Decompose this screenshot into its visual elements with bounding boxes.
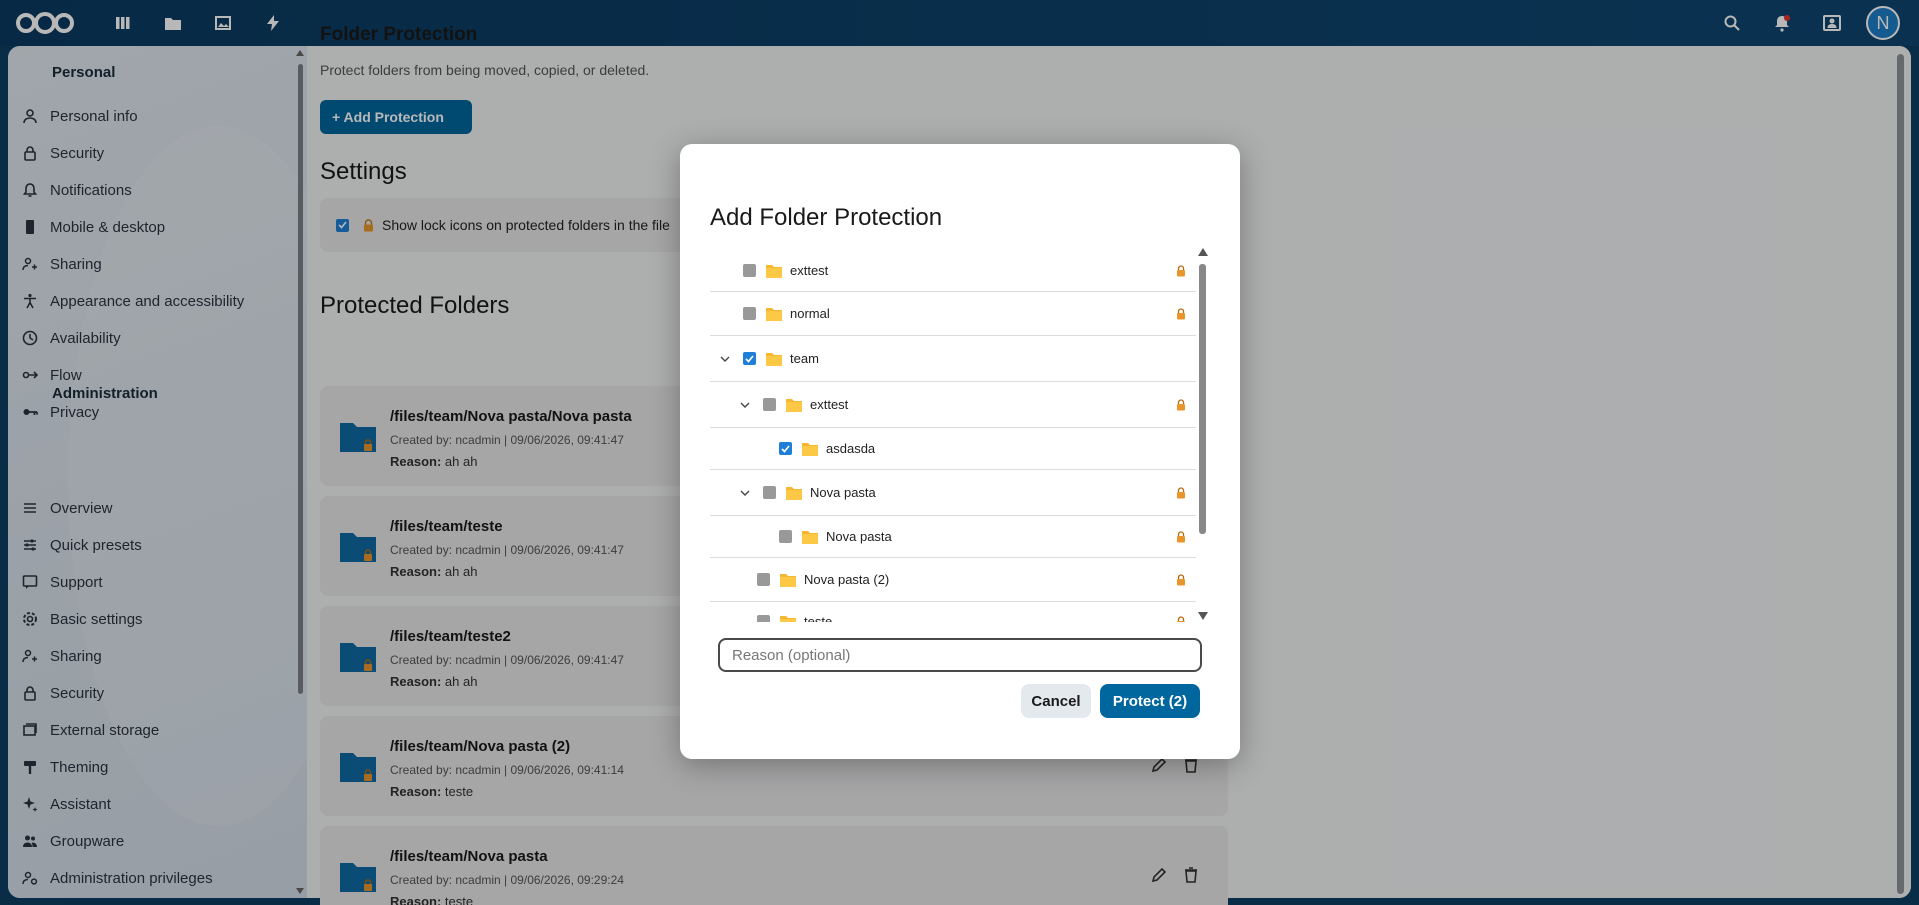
folder-checkbox[interactable]: [743, 352, 756, 365]
tree-row[interactable]: Nova pasta: [710, 470, 1196, 516]
lock-icon: [1177, 530, 1185, 542]
tree-row[interactable]: Nova pasta: [710, 516, 1196, 558]
tree-row[interactable]: exttest: [710, 382, 1196, 428]
chevron-down-icon[interactable]: [738, 398, 752, 412]
folder-name: Nova pasta: [826, 529, 892, 544]
folder-icon: [802, 530, 818, 544]
reason-input[interactable]: Reason (optional): [718, 638, 1202, 672]
cancel-button[interactable]: Cancel: [1021, 684, 1091, 718]
tree-row[interactable]: teste: [710, 602, 1196, 622]
folder-icon: [786, 486, 802, 500]
folder-name: teste: [804, 614, 833, 622]
lock-icon: [1177, 307, 1185, 319]
tree-scroll-up-icon[interactable]: [1198, 248, 1208, 256]
reason-placeholder: Reason (optional): [732, 646, 851, 664]
tree-row[interactable]: asdasda: [710, 428, 1196, 470]
folder-name: Nova pasta: [810, 485, 876, 500]
chevron-down-icon[interactable]: [738, 486, 752, 500]
folder-icon: [786, 398, 802, 412]
lock-icon: [1177, 615, 1185, 622]
folder-name: normal: [790, 306, 830, 321]
tree-scrollbar[interactable]: [1199, 264, 1206, 534]
folder-checkbox[interactable]: [743, 307, 756, 320]
folder-checkbox[interactable]: [763, 486, 776, 499]
tree-row[interactable]: exttest: [710, 250, 1196, 292]
folder-tree: exttest normal team exttest asdasda Nova past…: [710, 250, 1200, 622]
folder-name: exttest: [790, 263, 829, 278]
lock-icon: [1177, 264, 1185, 276]
lock-icon: [1177, 573, 1185, 585]
folder-checkbox[interactable]: [779, 442, 792, 455]
lock-icon: [1177, 398, 1185, 410]
folder-icon: [766, 264, 782, 278]
tree-row[interactable]: normal: [710, 292, 1196, 336]
tree-scroll-down-icon[interactable]: [1198, 612, 1208, 620]
folder-checkbox[interactable]: [763, 398, 776, 411]
lock-icon: [1177, 486, 1185, 498]
chevron-down-icon[interactable]: [718, 352, 732, 366]
tree-row[interactable]: team: [710, 336, 1196, 382]
add-folder-protection-dialog: Add Folder Protection exttest normal team e…: [680, 144, 1240, 759]
protect-button[interactable]: Protect (2): [1100, 684, 1200, 718]
folder-icon: [780, 615, 796, 622]
folder-name: team: [790, 351, 819, 366]
folder-checkbox[interactable]: [757, 615, 770, 622]
folder-checkbox[interactable]: [757, 573, 770, 586]
folder-name: Nova pasta (2): [804, 572, 890, 587]
tree-row[interactable]: Nova pasta (2): [710, 558, 1196, 602]
folder-name: exttest: [810, 397, 849, 412]
dialog-title: Add Folder Protection: [710, 204, 943, 231]
folder-icon: [802, 442, 818, 456]
folder-icon: [766, 352, 782, 366]
folder-checkbox[interactable]: [779, 530, 792, 543]
folder-icon: [780, 573, 796, 587]
folder-name: asdasda: [826, 441, 876, 456]
folder-icon: [766, 307, 782, 321]
folder-checkbox[interactable]: [743, 264, 756, 277]
